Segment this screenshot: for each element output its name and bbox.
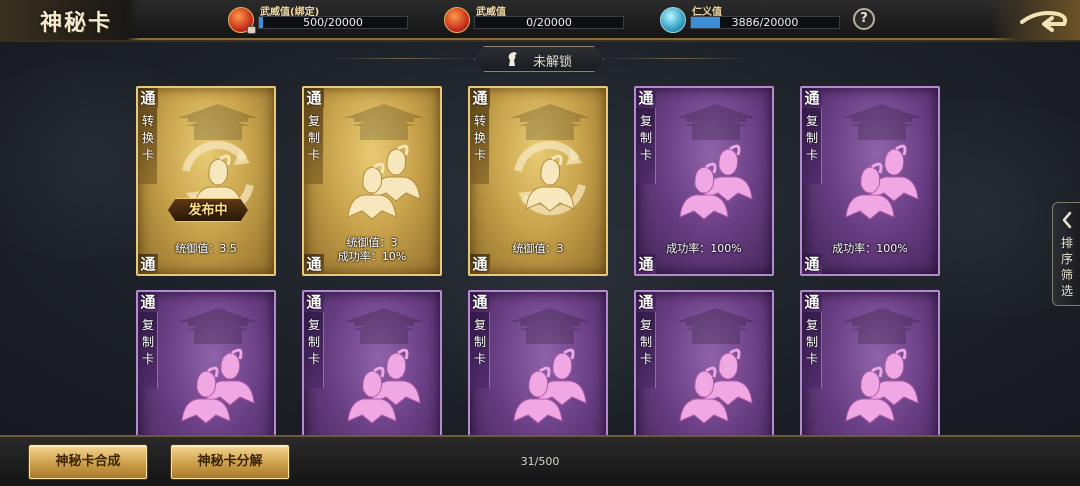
section-title: 未解锁 [533,55,573,70]
card-grade-badge: 通 [802,88,822,108]
copy-card-icon [347,144,421,220]
card-type-label: 复制卡 [473,318,486,366]
mystery-card[interactable]: 通复制卡 成功率：100% 通 [800,86,940,276]
card-grade-badge: 通 [304,254,324,274]
card-type-label: 转换卡 [141,114,154,162]
sort-filter-tab[interactable]: 排序筛选 [1052,202,1080,306]
section-divider-left [330,58,474,59]
card-type-label: 复制卡 [639,114,652,162]
card-grade-badge: 通 [138,254,158,274]
card-grade-badge: 通 [470,88,490,108]
mystery-card[interactable]: 通复制卡 成功率：100% 通 [634,86,774,276]
resource-value: 3886/20000 [731,16,799,29]
horse-icon [508,52,517,66]
card-grade-badge: 通 [470,292,490,312]
chevron-left-icon [1062,211,1072,229]
help-button[interactable]: ? [853,8,875,30]
copy-card-icon [347,348,421,424]
resource-renyi: 仁义值 3886/20000 [660,3,850,37]
card-stat: 成功率：100% [666,242,742,255]
copy-card-icon [513,348,587,424]
copy-card-icon [845,348,919,424]
publishing-ribbon: 发布中 [168,198,248,222]
mystery-card[interactable]: 通转换卡 发布中 统御值：3.5 通 [136,86,276,276]
resource-value: 0/20000 [526,16,572,29]
card-type-label: 复制卡 [805,114,818,162]
card-grade-badge: 通 [636,88,656,108]
card-grade-badge: 通 [138,88,158,108]
card-type-label: 复制卡 [639,318,652,366]
synthesize-button[interactable]: 神秘卡合成 [29,445,147,479]
flame-coin-icon [444,7,470,33]
back-button[interactable] [990,0,1080,40]
card-stat: 统御值：3 [512,242,564,255]
section-divider-right [604,58,748,59]
sort-filter-label: 排序筛选 [1060,236,1073,298]
flame-coin-icon [228,7,256,34]
convert-card-icon [514,140,586,216]
card-grade-badge: 通 [802,292,822,312]
back-arrow-icon [1020,11,1068,32]
resource-value: 500/20000 [303,16,363,29]
page-title: 神秘卡 [40,10,113,36]
copy-card-icon [679,144,753,220]
mystery-card[interactable]: 通复制卡 统御值：3 成功率：10% 通 [302,86,442,276]
top-bar: 神秘卡 武威值(绑定) 500/20000 武威值 0/20000 仁义值 38… [0,0,1080,40]
copy-card-icon [181,348,255,424]
resource-bar: 0/20000 [474,16,624,29]
card-grade-badge: 通 [636,254,656,274]
resource-bar: 3886/20000 [690,16,840,29]
copy-card-icon [845,144,919,220]
card-count: 31/500 [520,455,560,468]
jade-orb-icon [660,7,686,33]
resource-wuwei-bound: 武威值(绑定) 500/20000 [228,3,418,37]
card-grade-badge: 通 [138,292,158,312]
card-type-label: 转换卡 [473,114,486,162]
card-type-label: 复制卡 [805,318,818,366]
resource-wuwei: 武威值 0/20000 [444,3,634,37]
card-stat: 成功率：10% [337,250,407,263]
card-type-label: 复制卡 [307,114,320,162]
card-stat: 成功率：100% [832,242,908,255]
copy-card-icon [679,348,753,424]
card-type-label: 复制卡 [307,318,320,366]
card-grade-badge: 通 [636,292,656,312]
card-grade-badge: 通 [470,254,490,274]
card-type-label: 复制卡 [141,318,154,366]
lock-icon [247,26,256,34]
card-grade-badge: 通 [304,292,324,312]
decompose-button[interactable]: 神秘卡分解 [171,445,289,479]
resource-bar: 500/20000 [258,16,408,29]
card-stat: 统御值：3.5 [175,242,237,255]
mystery-card[interactable]: 通转换卡 统御值：3 通 [468,86,608,276]
card-grade-badge: 通 [304,88,324,108]
card-grade-badge: 通 [802,254,822,274]
bottom-bar: 神秘卡合成 神秘卡分解 31/500 [0,435,1080,486]
section-header: 未解锁 [474,46,604,72]
